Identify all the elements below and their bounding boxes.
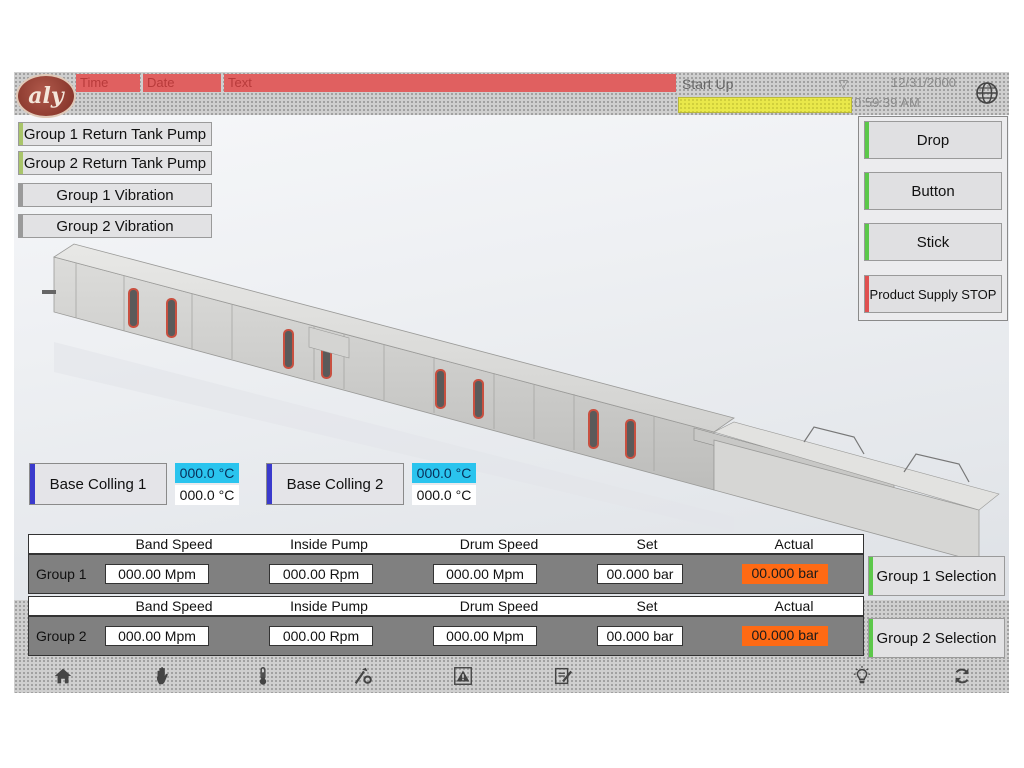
status-indicator bbox=[19, 123, 23, 145]
drop-button[interactable]: Drop bbox=[864, 121, 1002, 159]
column-header-inside-pump: Inside Pump bbox=[290, 536, 368, 552]
status-bar bbox=[678, 97, 852, 113]
status-indicator bbox=[19, 152, 23, 174]
column-header-drum-speed: Drum Speed bbox=[459, 598, 539, 614]
group2-inside-pump-field[interactable]: 000.00 Rpm bbox=[269, 626, 373, 646]
mode-select[interactable]: Start Up ▽ bbox=[678, 74, 852, 94]
group1-row: Group 1 000.00 Mpm 000.00 Rpm 000.00 Mpm… bbox=[28, 554, 864, 594]
button-label: Group 2 Return Tank Pump bbox=[23, 154, 207, 172]
product-supply-stop-button[interactable]: Product Supply STOP bbox=[864, 275, 1002, 313]
column-header-actual: Actual bbox=[774, 536, 814, 552]
tools-icon[interactable] bbox=[338, 661, 388, 691]
refresh-icon[interactable] bbox=[937, 661, 987, 691]
bottom-navigation bbox=[14, 659, 1009, 693]
group1-drum-speed-field[interactable]: 000.00 Mpm bbox=[433, 564, 537, 584]
alarm-warning-icon[interactable] bbox=[438, 661, 488, 691]
group-label: Group 1 bbox=[36, 566, 87, 582]
hand-icon[interactable] bbox=[138, 661, 188, 691]
group2-band-speed-field[interactable]: 000.00 Mpm bbox=[105, 626, 209, 646]
base-colling-1-actual: 000.0 °C bbox=[175, 485, 239, 505]
mode-select-value: Start Up bbox=[682, 76, 734, 92]
group1-inside-pump-field[interactable]: 000.00 Rpm bbox=[269, 564, 373, 584]
status-indicator bbox=[869, 619, 873, 657]
group1-band-speed-field[interactable]: 000.00 Mpm bbox=[105, 564, 209, 584]
button-label: Group 2 Selection bbox=[876, 629, 997, 647]
button-label: Stick bbox=[916, 233, 950, 251]
base-colling-1-button[interactable]: Base Colling 1 bbox=[29, 463, 167, 505]
group1-set-field[interactable]: 00.000 bar bbox=[597, 564, 683, 584]
status-indicator bbox=[19, 215, 23, 237]
status-indicator bbox=[865, 122, 869, 158]
column-header-band-speed: Band Speed bbox=[135, 598, 213, 614]
base-colling-1-setpoint[interactable]: 000.0 °C bbox=[175, 463, 239, 483]
button-label: Drop bbox=[916, 131, 950, 149]
status-indicator bbox=[267, 464, 272, 504]
button-label: Base Colling 1 bbox=[49, 475, 147, 493]
status-indicator bbox=[19, 184, 23, 206]
globe-icon[interactable] bbox=[974, 80, 1000, 106]
stick-button[interactable]: Stick bbox=[864, 223, 1002, 261]
group1-vibration-button[interactable]: Group 1 Vibration bbox=[18, 183, 212, 207]
base-colling-2-actual: 000.0 °C bbox=[412, 485, 476, 505]
time-display: 0:59:39 AM bbox=[854, 95, 920, 110]
group2-actual-value: 00.000 bar bbox=[742, 626, 828, 646]
group2-vibration-button[interactable]: Group 2 Vibration bbox=[18, 214, 212, 238]
notes-icon[interactable] bbox=[538, 661, 588, 691]
button-label: Base Colling 2 bbox=[286, 475, 384, 493]
alarm-col-time[interactable]: Time bbox=[76, 74, 140, 92]
group1-return-tank-pump-button[interactable]: Group 1 Return Tank Pump bbox=[18, 122, 212, 146]
home-icon[interactable] bbox=[38, 661, 88, 691]
lightbulb-icon[interactable] bbox=[837, 661, 887, 691]
chevron-down-icon: ▽ bbox=[838, 77, 848, 91]
group2-column-headers: Band Speed Inside Pump Drum Speed Set Ac… bbox=[28, 596, 864, 616]
header-bar: aly Time Date Text Start Up ▽ 12/31/2000… bbox=[14, 72, 1009, 118]
status-indicator bbox=[865, 173, 869, 209]
column-header-actual: Actual bbox=[774, 598, 814, 614]
base-colling-2-setpoint[interactable]: 000.0 °C bbox=[412, 463, 476, 483]
alarm-col-text[interactable]: Text bbox=[224, 74, 676, 92]
status-indicator bbox=[865, 276, 869, 312]
button-label: Product Supply STOP bbox=[869, 286, 997, 302]
group2-row: Group 2 000.00 Mpm 000.00 Rpm 000.00 Mpm… bbox=[28, 616, 864, 656]
product-mode-panel: Drop Button Stick Product Supply STOP bbox=[858, 116, 1008, 321]
group1-column-headers: Band Speed Inside Pump Drum Speed Set Ac… bbox=[28, 534, 864, 554]
button-label: Group 2 Vibration bbox=[56, 217, 174, 235]
column-header-drum-speed: Drum Speed bbox=[459, 536, 539, 552]
button-label: Group 1 Vibration bbox=[56, 186, 174, 204]
column-header-band-speed: Band Speed bbox=[135, 536, 213, 552]
column-header-inside-pump: Inside Pump bbox=[290, 598, 368, 614]
group2-drum-speed-field[interactable]: 000.00 Mpm bbox=[433, 626, 537, 646]
group2-selection-button[interactable]: Group 2 Selection bbox=[868, 618, 1005, 658]
group2-set-field[interactable]: 00.000 bar bbox=[597, 626, 683, 646]
date-display: 12/31/2000 bbox=[890, 75, 956, 90]
status-indicator bbox=[869, 557, 873, 595]
column-header-set: Set bbox=[636, 598, 658, 614]
column-header-set: Set bbox=[636, 536, 658, 552]
base-colling-2-button[interactable]: Base Colling 2 bbox=[266, 463, 404, 505]
group-label: Group 2 bbox=[36, 628, 87, 644]
hmi-screen: aly Time Date Text Start Up ▽ 12/31/2000… bbox=[14, 72, 1009, 693]
button-label: Button bbox=[911, 182, 955, 200]
group1-actual-value: 00.000 bar bbox=[742, 564, 828, 584]
group1-selection-button[interactable]: Group 1 Selection bbox=[868, 556, 1005, 596]
status-indicator bbox=[30, 464, 35, 504]
company-logo: aly bbox=[16, 74, 76, 118]
button-label: Group 1 Selection bbox=[876, 567, 997, 585]
status-indicator bbox=[865, 224, 869, 260]
button-label: Group 1 Return Tank Pump bbox=[23, 125, 207, 143]
thermometer-icon[interactable] bbox=[238, 661, 288, 691]
alarm-col-date[interactable]: Date bbox=[143, 74, 221, 92]
group2-return-tank-pump-button[interactable]: Group 2 Return Tank Pump bbox=[18, 151, 212, 175]
button-mode-button[interactable]: Button bbox=[864, 172, 1002, 210]
